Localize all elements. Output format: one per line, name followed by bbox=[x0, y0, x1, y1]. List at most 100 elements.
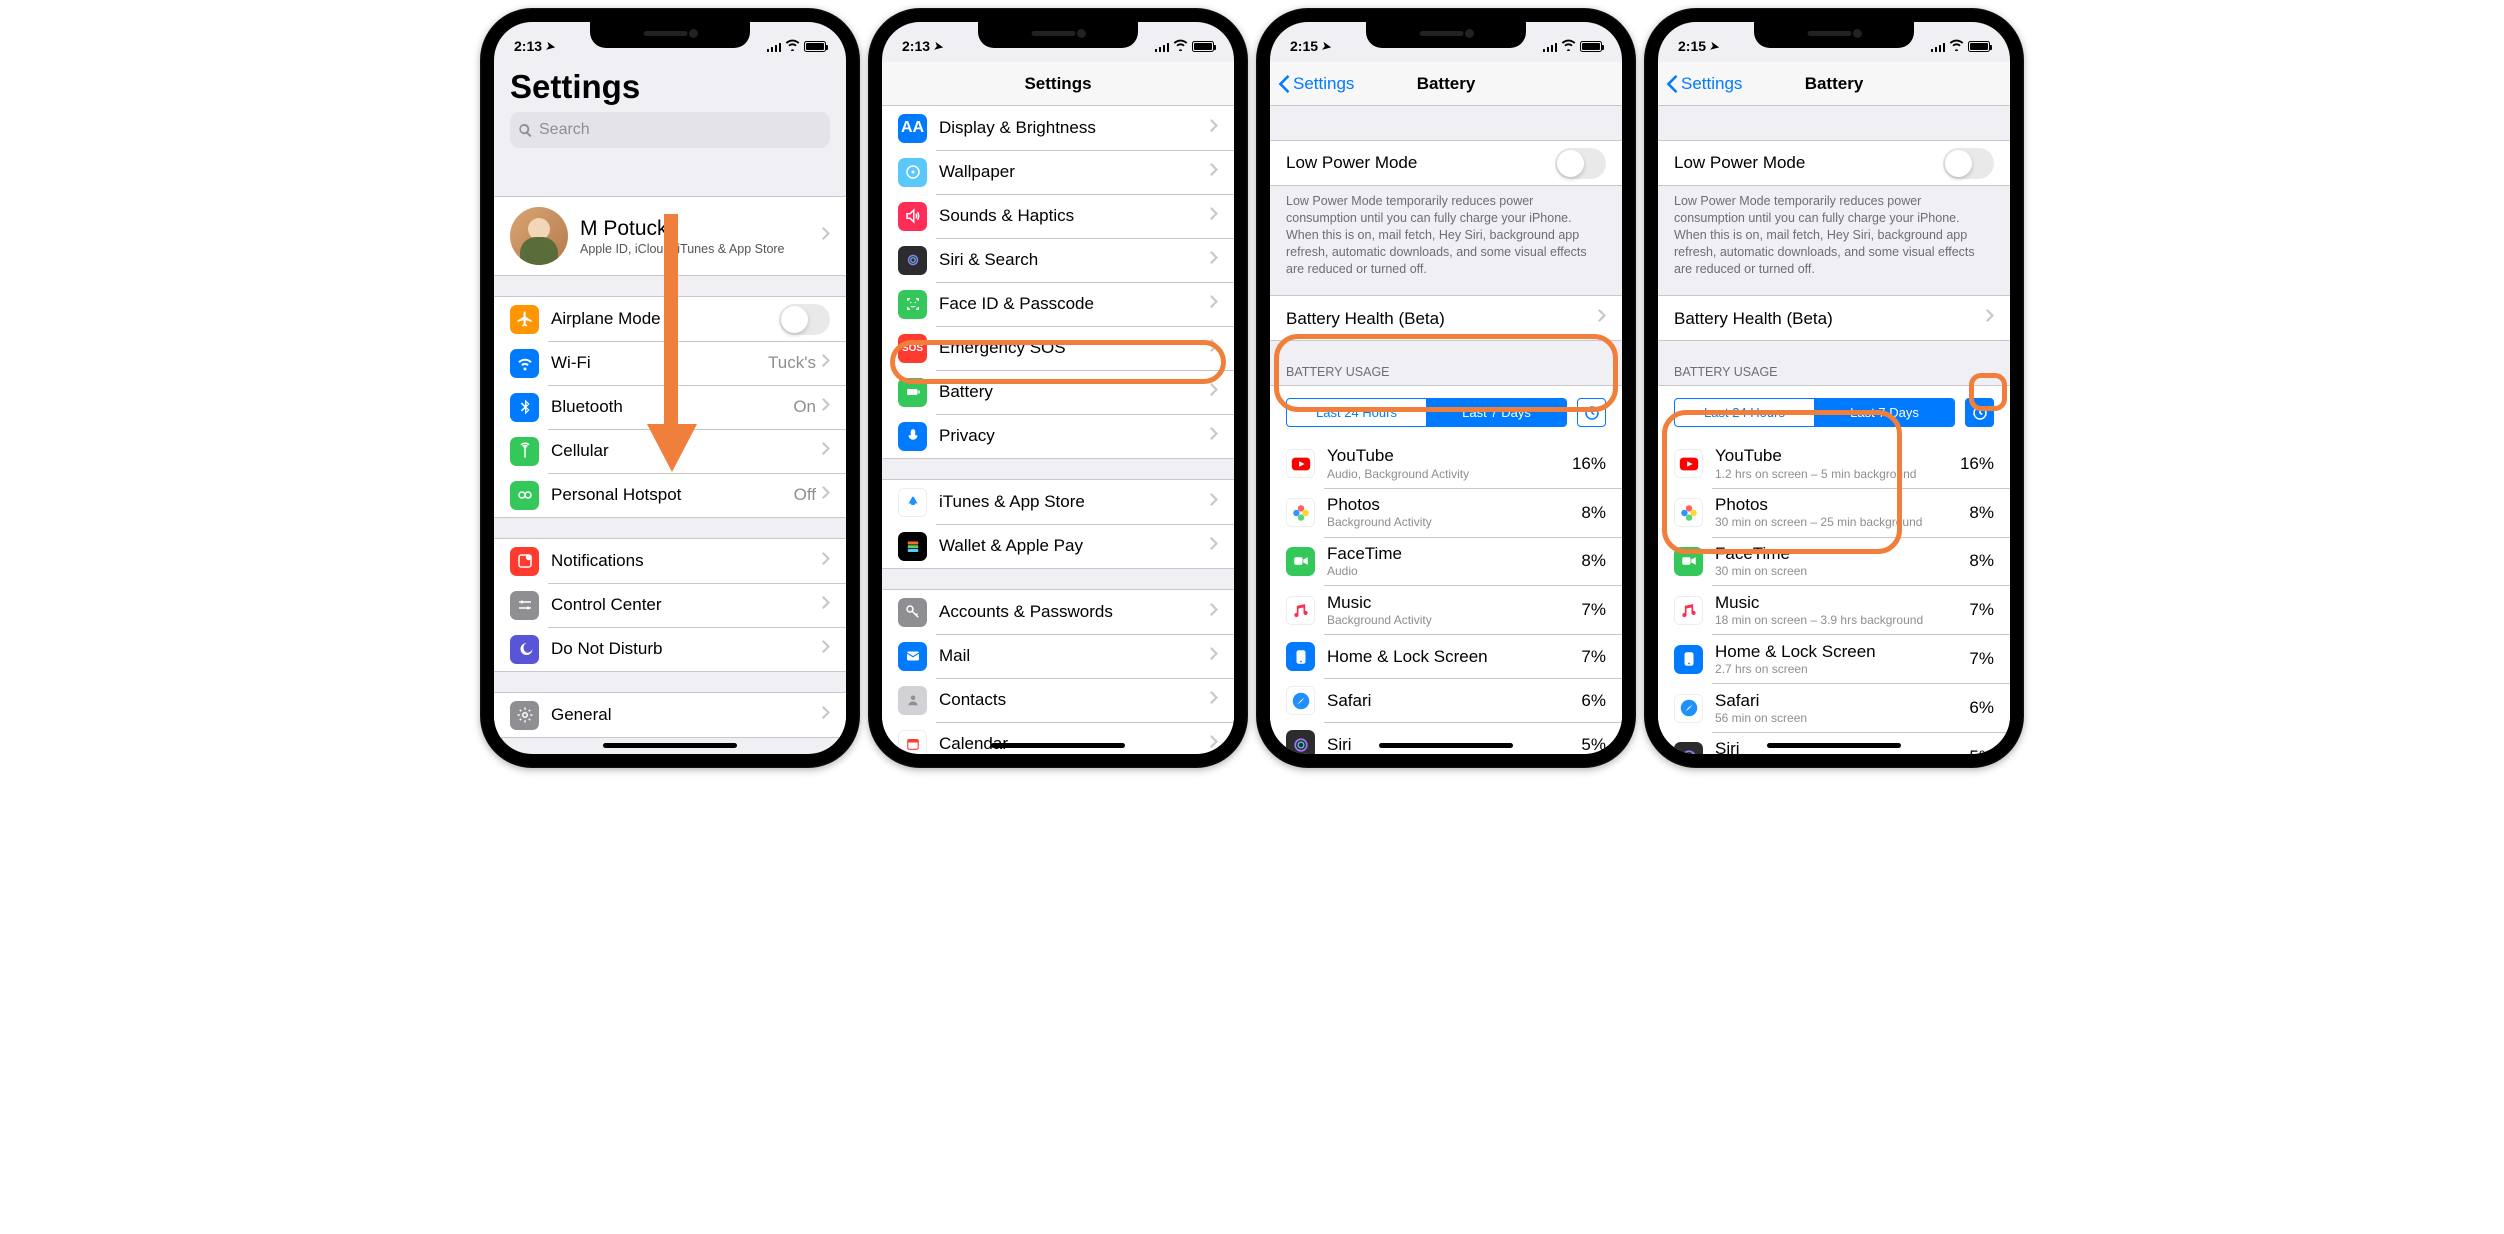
low-power-mode-row[interactable]: Low Power Mode bbox=[1658, 141, 2010, 185]
sounds-icon bbox=[898, 202, 927, 231]
accounts-row[interactable]: Accounts & Passwords bbox=[882, 590, 1234, 634]
wallet-icon bbox=[898, 532, 927, 561]
home-indicator[interactable] bbox=[991, 743, 1125, 748]
app-usage-row[interactable]: FaceTimeAudio8% bbox=[1270, 537, 1622, 586]
back-button[interactable]: Settings bbox=[1666, 74, 1742, 94]
annotation-highlight-apps bbox=[1662, 410, 1902, 554]
chevron-right-icon bbox=[822, 398, 830, 416]
location-icon: ➤ bbox=[1709, 39, 1720, 53]
chevron-right-icon bbox=[1210, 251, 1218, 269]
calendar-row[interactable]: Calendar bbox=[882, 722, 1234, 754]
back-button[interactable]: Settings bbox=[1278, 74, 1354, 94]
app-usage-row[interactable]: Siri5% bbox=[1270, 723, 1622, 754]
location-icon: ➤ bbox=[1321, 39, 1332, 53]
back-label: Settings bbox=[1681, 74, 1742, 94]
faceid-row[interactable]: Face ID & Passcode bbox=[882, 282, 1234, 326]
app-subtitle: 2.7 hrs on screen bbox=[1715, 662, 1969, 678]
low-power-footer: Low Power Mode temporarily reduces power… bbox=[1658, 186, 2010, 281]
control-center-row[interactable]: Control Center bbox=[494, 583, 846, 627]
chevron-right-icon bbox=[1210, 537, 1218, 555]
battery-icon bbox=[1192, 41, 1214, 52]
annotation-highlight-battery bbox=[890, 340, 1226, 384]
chevron-right-icon bbox=[822, 552, 830, 570]
row-label: General bbox=[551, 704, 822, 725]
low-power-toggle[interactable] bbox=[1943, 148, 1994, 179]
itunes-row[interactable]: iTunes & App Store bbox=[882, 480, 1234, 524]
settings-scrolled-content[interactable]: AADisplay & Brightness Wallpaper Sounds … bbox=[882, 106, 1234, 754]
bluetooth-value: On bbox=[793, 397, 816, 417]
mail-row[interactable]: Mail bbox=[882, 634, 1234, 678]
home-indicator[interactable] bbox=[603, 743, 737, 748]
privacy-row[interactable]: Privacy bbox=[882, 414, 1234, 458]
row-label: Accounts & Passwords bbox=[939, 601, 1210, 622]
app-percent: 7% bbox=[1581, 647, 1606, 667]
app-subtitle: Background Activity bbox=[1327, 515, 1581, 531]
phone-2: 2:13➤ Settings AADisplay & Brightness Wa… bbox=[868, 8, 1248, 768]
app-usage-row[interactable]: Safari56 min on screen6% bbox=[1658, 684, 2010, 733]
display-row[interactable]: AADisplay & Brightness bbox=[882, 106, 1234, 150]
notifications-row[interactable]: Notifications bbox=[494, 539, 846, 583]
status-time: 2:13 bbox=[902, 38, 930, 54]
low-power-toggle[interactable] bbox=[1555, 148, 1606, 179]
app-usage-row[interactable]: YouTubeAudio, Background Activity16% bbox=[1270, 439, 1622, 488]
location-icon: ➤ bbox=[933, 39, 944, 53]
notch bbox=[1366, 22, 1526, 48]
status-time: 2:15 bbox=[1290, 38, 1318, 54]
app-percent: 6% bbox=[1581, 691, 1606, 711]
home-indicator[interactable] bbox=[1767, 743, 1901, 748]
row-label: Control Center bbox=[551, 594, 822, 615]
app-usage-row[interactable]: Home & Lock Screen2.7 hrs on screen7% bbox=[1658, 635, 2010, 684]
siri-row[interactable]: Siri & Search bbox=[882, 238, 1234, 282]
battery-content[interactable]: Low Power Mode Low Power Mode temporaril… bbox=[1270, 106, 1622, 754]
dnd-row[interactable]: Do Not Disturb bbox=[494, 627, 846, 671]
notch bbox=[978, 22, 1138, 48]
app-subtitle: Audio, Background Activity bbox=[1327, 467, 1572, 483]
app-usage-row[interactable]: Home & Lock Screen7% bbox=[1270, 635, 1622, 679]
search-icon bbox=[518, 123, 533, 138]
mail-icon bbox=[898, 642, 927, 671]
app-percent: 8% bbox=[1581, 551, 1606, 571]
wallpaper-row[interactable]: Wallpaper bbox=[882, 150, 1234, 194]
chevron-right-icon bbox=[822, 227, 830, 245]
sounds-row[interactable]: Sounds & Haptics bbox=[882, 194, 1234, 238]
row-label: iTunes & App Store bbox=[939, 491, 1210, 512]
wallet-row[interactable]: Wallet & Apple Pay bbox=[882, 524, 1234, 568]
signal-icon bbox=[767, 41, 782, 52]
app-usage-row[interactable]: PhotosBackground Activity8% bbox=[1270, 488, 1622, 537]
battery-health-row[interactable]: Battery Health (Beta) bbox=[1658, 296, 2010, 340]
chevron-right-icon bbox=[1986, 309, 1994, 327]
search-placeholder: Search bbox=[539, 121, 590, 139]
app-subtitle: 56 min on screen bbox=[1715, 711, 1969, 727]
row-label: Personal Hotspot bbox=[551, 484, 794, 505]
chevron-right-icon bbox=[1210, 163, 1218, 181]
app-usage-row[interactable]: Safari6% bbox=[1270, 679, 1622, 723]
cellular-icon bbox=[510, 437, 539, 466]
search-input[interactable]: Search bbox=[510, 112, 830, 148]
low-power-mode-row[interactable]: Low Power Mode bbox=[1270, 141, 1622, 185]
app-percent: 7% bbox=[1969, 600, 1994, 620]
status-time: 2:15 bbox=[1678, 38, 1706, 54]
phone-3: 2:15➤ Settings Battery Low Power Mode Lo… bbox=[1256, 8, 1636, 768]
app-usage-row[interactable]: MusicBackground Activity7% bbox=[1270, 586, 1622, 635]
row-label: Mail bbox=[939, 645, 1210, 666]
airplane-toggle[interactable] bbox=[779, 304, 830, 335]
wifi-icon bbox=[1561, 39, 1576, 53]
home-indicator[interactable] bbox=[1379, 743, 1513, 748]
signal-icon bbox=[1931, 41, 1946, 52]
app-name: Safari bbox=[1715, 690, 1969, 711]
app-subtitle: Audio bbox=[1327, 564, 1581, 580]
app-name: Safari bbox=[1327, 690, 1581, 711]
contacts-row[interactable]: Contacts bbox=[882, 678, 1234, 722]
app-name: FaceTime bbox=[1327, 543, 1581, 564]
display-icon: AA bbox=[898, 114, 927, 143]
annotation-highlight-usage bbox=[1274, 334, 1618, 412]
app-usage-row[interactable]: Music18 min on screen – 3.9 hrs backgrou… bbox=[1658, 586, 2010, 635]
row-label: Contacts bbox=[939, 689, 1210, 710]
hotspot-row[interactable]: Personal Hotspot Off bbox=[494, 473, 846, 517]
app-percent: 7% bbox=[1581, 600, 1606, 620]
general-row[interactable]: General bbox=[494, 693, 846, 737]
wifi-icon bbox=[785, 39, 800, 53]
app-name: Photos bbox=[1327, 494, 1581, 515]
chevron-right-icon bbox=[1210, 207, 1218, 225]
wifi-icon bbox=[510, 349, 539, 378]
